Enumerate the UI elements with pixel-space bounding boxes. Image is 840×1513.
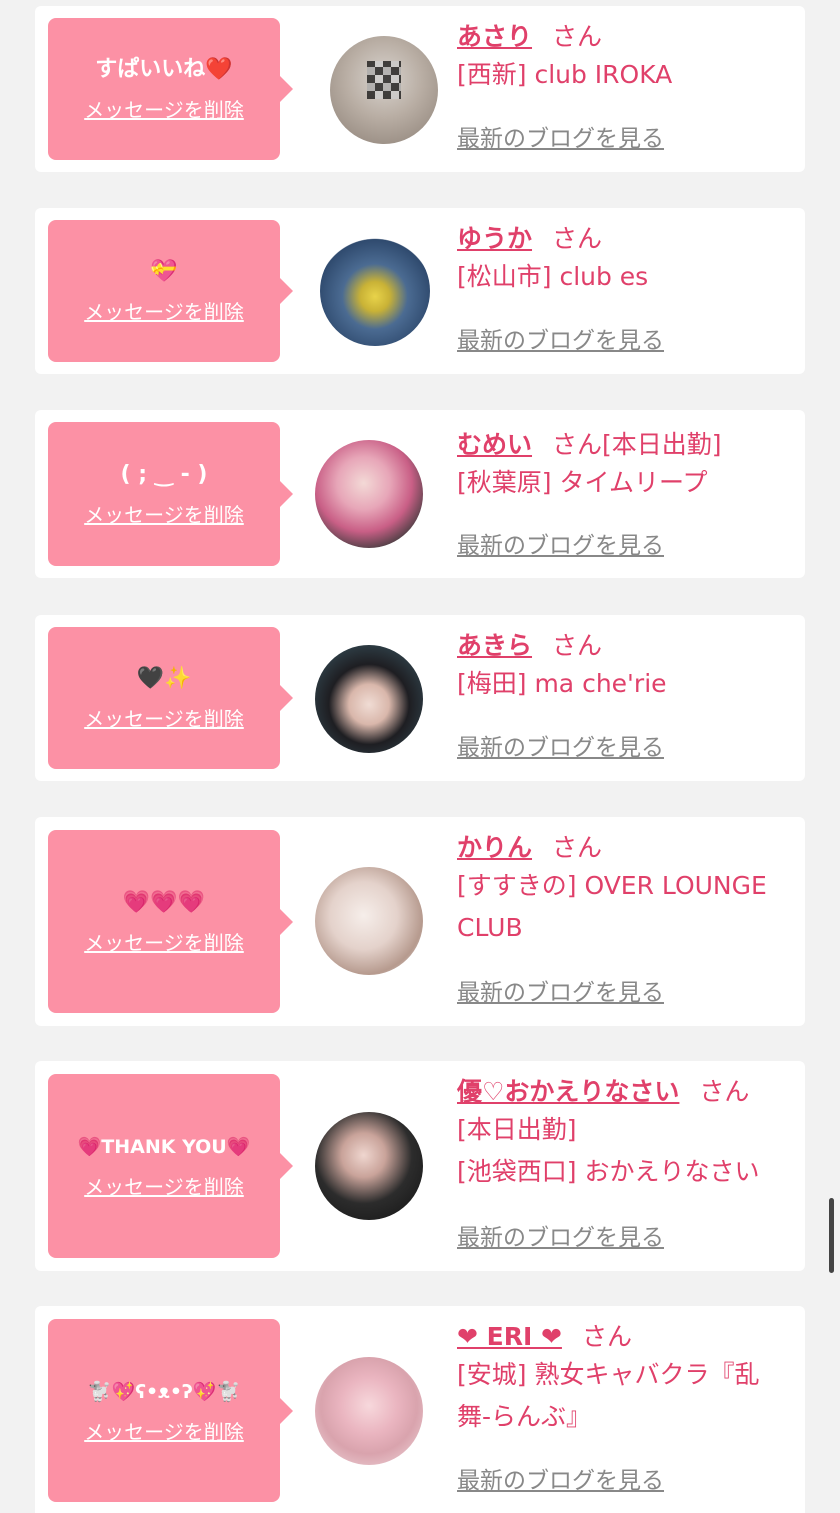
message-bubble: 🖤✨ メッセージを削除	[48, 627, 293, 769]
message-text: 💗THANK YOU💗	[77, 1136, 251, 1158]
honorific: さん	[699, 1077, 750, 1106]
view-blog-link[interactable]: 最新のブログを見る	[457, 978, 664, 1008]
cast-info: あきら さん [梅田] ma che'rie	[457, 629, 792, 705]
message-bubble: 💝 メッセージを削除	[48, 220, 293, 362]
message-text: 🖤✨	[136, 666, 192, 691]
cast-info: 優♡おかえりなさい さん [本日出勤] [池袋西口] おかえりなさい	[457, 1075, 792, 1193]
honorific: さん	[552, 833, 603, 862]
shop-name: [池袋西口] おかえりなさい	[457, 1157, 760, 1186]
message-bubble: 💗THANK YOU💗 メッセージを削除	[48, 1074, 293, 1258]
avatar[interactable]	[320, 236, 430, 346]
delete-message-link[interactable]: メッセージを削除	[84, 97, 244, 123]
message-card: 🐩💖ʕ•ᴥ•ʔ💖🐩 メッセージを削除 ❤ ERI ❤ さん [安城] 熟女キャバク…	[35, 1306, 805, 1513]
cast-name-link[interactable]: むめい	[457, 430, 532, 459]
cast-info: ゆうか さん [松山市] club es	[457, 222, 792, 298]
avatar[interactable]	[330, 36, 438, 144]
view-blog-link[interactable]: 最新のブログを見る	[457, 1223, 664, 1253]
message-text: ( ; ‿ - )	[120, 462, 208, 487]
cast-name-link[interactable]: 優♡おかえりなさい	[457, 1077, 679, 1106]
working-today-badge: [本日出勤]	[457, 1115, 577, 1144]
shop-name: [秋葉原] タイムリープ	[457, 468, 708, 497]
delete-message-link[interactable]: メッセージを削除	[84, 299, 244, 325]
cast-name-link[interactable]: あさり	[457, 22, 532, 51]
cast-info: かりん さん [すすきの] OVER LOUNGE CLUB	[457, 831, 792, 949]
view-blog-link[interactable]: 最新のブログを見る	[457, 1466, 664, 1496]
message-bubble: 🐩💖ʕ•ᴥ•ʔ💖🐩 メッセージを削除	[48, 1319, 293, 1502]
cast-name-link[interactable]: ❤ ERI ❤	[457, 1322, 562, 1351]
avatar[interactable]	[315, 645, 423, 753]
message-text: すぱいいね❤️	[95, 57, 233, 82]
avatar[interactable]	[315, 1112, 423, 1220]
message-bubble: ( ; ‿ - ) メッセージを削除	[48, 422, 293, 566]
honorific: さん	[552, 631, 603, 660]
shop-name: [梅田] ma che'rie	[457, 669, 667, 698]
view-blog-link[interactable]: 最新のブログを見る	[457, 326, 664, 356]
message-text: 💗💗💗	[122, 889, 206, 915]
message-card: 💗💗💗 メッセージを削除 かりん さん [すすきの] OVER LOUNGE CL…	[35, 817, 805, 1026]
message-bubble: すぱいいね❤️ メッセージを削除	[48, 18, 293, 160]
view-blog-link[interactable]: 最新のブログを見る	[457, 733, 664, 763]
cast-info: ❤ ERI ❤ さん [安城] 熟女キャバクラ『乱舞-らんぶ』	[457, 1320, 792, 1438]
honorific: さん	[552, 430, 603, 459]
working-today-badge: [本日出勤]	[602, 430, 722, 459]
cast-name-link[interactable]: ゆうか	[457, 224, 532, 253]
shop-name: [松山市] club es	[457, 262, 649, 291]
delete-message-link[interactable]: メッセージを削除	[84, 1419, 244, 1445]
shop-name: [すすきの] OVER LOUNGE CLUB	[457, 871, 767, 942]
avatar[interactable]	[315, 867, 423, 975]
message-card: 🖤✨ メッセージを削除 あきら さん [梅田] ma che'rie 最新のブログ…	[35, 615, 805, 781]
delete-message-link[interactable]: メッセージを削除	[84, 502, 244, 528]
avatar[interactable]	[315, 1357, 423, 1465]
message-bubble: 💗💗💗 メッセージを削除	[48, 830, 293, 1013]
cast-name-link[interactable]: あきら	[457, 631, 532, 660]
honorific: さん	[581, 1322, 632, 1351]
shop-name: [安城] 熟女キャバクラ『乱舞-らんぶ』	[457, 1360, 760, 1431]
cast-info: むめい さん[本日出勤] [秋葉原] タイムリープ	[457, 428, 792, 504]
message-list: すぱいいね❤️ メッセージを削除 あさり さん [西新] club IROKA 最…	[0, 0, 840, 1513]
message-card: 💗THANK YOU💗 メッセージを削除 優♡おかえりなさい さん [本日出勤] …	[35, 1061, 805, 1271]
honorific: さん	[552, 224, 603, 253]
message-card: すぱいいね❤️ メッセージを削除 あさり さん [西新] club IROKA 最…	[35, 6, 805, 172]
shop-name: [西新] club IROKA	[457, 60, 673, 89]
delete-message-link[interactable]: メッセージを削除	[84, 1174, 244, 1200]
message-text: 💝	[150, 259, 178, 284]
mosaic-icon	[367, 61, 401, 99]
vertical-scrollbar[interactable]	[829, 1198, 834, 1273]
delete-message-link[interactable]: メッセージを削除	[84, 930, 244, 956]
delete-message-link[interactable]: メッセージを削除	[84, 706, 244, 732]
avatar[interactable]	[315, 440, 423, 548]
message-card: ( ; ‿ - ) メッセージを削除 むめい さん[本日出勤] [秋葉原] タイム…	[35, 410, 805, 578]
honorific: さん	[552, 22, 603, 51]
message-card: 💝 メッセージを削除 ゆうか さん [松山市] club es 最新のブログを見る	[35, 208, 805, 374]
cast-name-link[interactable]: かりん	[457, 833, 532, 862]
message-text: 🐩💖ʕ•ᴥ•ʔ💖🐩	[87, 1380, 241, 1403]
view-blog-link[interactable]: 最新のブログを見る	[457, 124, 664, 154]
view-blog-link[interactable]: 最新のブログを見る	[457, 531, 664, 561]
cast-info: あさり さん [西新] club IROKA	[457, 20, 792, 96]
